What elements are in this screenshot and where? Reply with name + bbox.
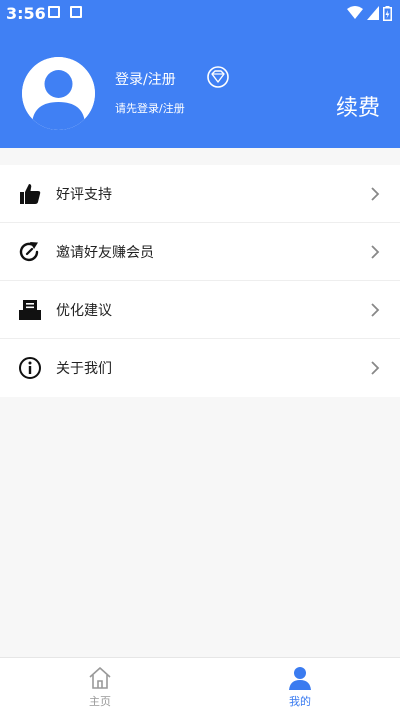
- chevron-right-icon: [371, 245, 380, 259]
- inbox-icon: [19, 300, 41, 320]
- signal-icon: [367, 6, 379, 20]
- status-indicators: [347, 5, 392, 21]
- info-icon: [19, 357, 41, 379]
- tab-mine[interactable]: 我的: [200, 658, 400, 710]
- status-bar: 3:56: [0, 0, 400, 28]
- login-register-link[interactable]: 登录/注册: [115, 69, 176, 89]
- menu-item-about-us[interactable]: 关于我们: [0, 339, 400, 397]
- tab-home[interactable]: 主页: [0, 658, 200, 710]
- bottom-nav: 主页 我的: [0, 657, 400, 710]
- avatar[interactable]: [22, 57, 95, 130]
- renew-button[interactable]: 续费: [336, 90, 380, 122]
- chevron-right-icon: [371, 361, 380, 375]
- profile-header: 3:56 登录/注册 请先登录/注册 续费: [0, 0, 400, 148]
- menu-label: 优化建议: [56, 303, 112, 319]
- settings-menu: 好评支持 邀请好友赚会员 优化建议 关于我们: [0, 165, 400, 397]
- battery-icon: [383, 5, 392, 21]
- tab-home-label: 主页: [89, 695, 111, 708]
- gallery-notification-icon: [48, 6, 60, 18]
- vip-diamond-icon: [207, 66, 229, 88]
- menu-item-suggestions[interactable]: 优化建议: [0, 281, 400, 339]
- menu-label: 邀请好友赚会员: [56, 245, 154, 261]
- chevron-right-icon: [371, 187, 380, 201]
- menu-item-rate-support[interactable]: 好评支持: [0, 165, 400, 223]
- home-icon: [89, 667, 111, 689]
- chevron-right-icon: [371, 303, 380, 317]
- menu-label: 好评支持: [56, 187, 112, 203]
- menu-label: 关于我们: [56, 361, 112, 377]
- login-hint: 请先登录/注册: [115, 102, 185, 115]
- menu-item-invite-friends[interactable]: 邀请好友赚会员: [0, 223, 400, 281]
- tab-mine-label: 我的: [289, 695, 311, 708]
- person-icon: [289, 667, 311, 690]
- share-refresh-icon: [19, 242, 39, 262]
- app-notification-icon: [70, 6, 82, 18]
- status-time: 3:56: [6, 4, 46, 23]
- wifi-icon: [347, 6, 363, 19]
- thumbs-up-icon: [20, 184, 41, 204]
- avatar-person-icon: [22, 57, 95, 130]
